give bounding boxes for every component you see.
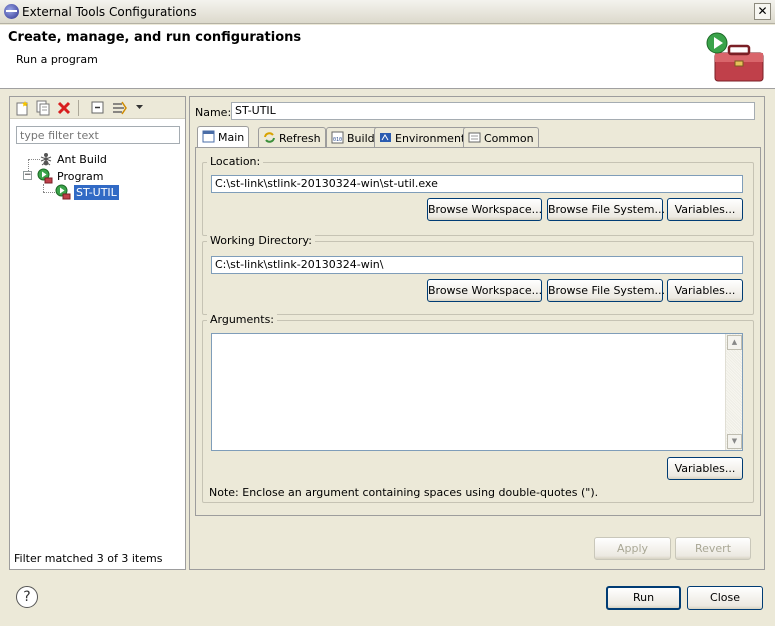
location-label: Location: — [207, 155, 264, 168]
header-subtitle: Run a program — [16, 53, 98, 66]
main-tab-icon — [202, 130, 215, 143]
toolbar-separator — [78, 100, 79, 116]
arguments-scrollbar[interactable]: ▲ ▼ — [725, 334, 742, 450]
environment-icon — [380, 133, 391, 142]
run-button[interactable]: Run — [606, 586, 681, 610]
name-label: Name: — [195, 106, 232, 119]
tab-refresh[interactable]: Refresh — [258, 127, 326, 148]
chevron-down-icon[interactable] — [136, 105, 143, 110]
location-variables-button[interactable]: Variables... — [667, 198, 743, 221]
arguments-textarea[interactable]: ▲ ▼ — [211, 333, 743, 451]
program-run-icon — [37, 168, 53, 184]
working-dir-variables-button[interactable]: Variables... — [667, 279, 743, 302]
refresh-icon — [264, 132, 275, 143]
working-directory-label: Working Directory: — [207, 234, 315, 247]
tree-item-st-util[interactable]: ST-UTIL — [74, 185, 119, 200]
tab-common-label: Common — [484, 132, 534, 145]
arguments-note: Note: Enclose an argument containing spa… — [209, 486, 599, 499]
working-directory-group: Working Directory: C:\st-link\stlink-201… — [202, 234, 754, 315]
tree-connector — [43, 184, 44, 192]
toolbox-run-icon — [706, 32, 764, 82]
help-icon[interactable]: ? — [16, 586, 38, 608]
revert-button[interactable]: Revert — [675, 537, 751, 560]
working-dir-browse-file-system-button[interactable]: Browse File System... — [547, 279, 665, 302]
tab-environment[interactable]: Environment — [374, 127, 471, 148]
window-close-button[interactable]: ✕ — [754, 3, 771, 20]
tab-common[interactable]: Common — [463, 127, 539, 148]
filter-status: Filter matched 3 of 3 items — [14, 552, 163, 565]
working-directory-field[interactable]: C:\st-link\stlink-20130324-win\ — [211, 256, 743, 274]
working-dir-browse-workspace-button[interactable]: Browse Workspace... — [427, 279, 542, 302]
ant-icon — [40, 153, 52, 166]
arguments-label: Arguments: — [207, 313, 278, 326]
scroll-up-arrow-icon[interactable]: ▲ — [727, 335, 742, 350]
tree-collapse-toggle[interactable]: − — [23, 171, 32, 180]
common-icon — [468, 132, 481, 143]
filter-input[interactable] — [16, 126, 180, 144]
tab-environment-label: Environment — [395, 132, 466, 145]
tree-connector — [43, 192, 55, 193]
scroll-down-arrow-icon[interactable]: ▼ — [727, 434, 742, 449]
main-tab-content: Location: C:\st-link\stlink-20130324-win… — [195, 147, 761, 516]
svg-text:010: 010 — [333, 137, 342, 143]
arguments-group: Arguments: ▲ ▼ Variables... Note: Enclos… — [202, 313, 754, 503]
eclipse-icon — [4, 4, 19, 19]
title-bar: External Tools Configurations ✕ — [0, 0, 775, 24]
tab-refresh-label: Refresh — [279, 132, 321, 145]
build-icon: 010 — [331, 131, 344, 144]
tab-build[interactable]: 010 Build — [326, 127, 380, 148]
name-field[interactable]: ST-UTIL — [231, 102, 755, 120]
apply-button[interactable]: Apply — [594, 537, 671, 560]
filter-icon[interactable] — [112, 100, 128, 116]
arguments-variables-button[interactable]: Variables... — [667, 457, 743, 480]
tab-main-label: Main — [218, 131, 245, 144]
new-config-icon[interactable] — [14, 100, 30, 116]
config-toolbar — [10, 97, 185, 119]
header-title: Create, manage, and run configurations — [8, 30, 302, 45]
collapse-all-icon[interactable] — [90, 100, 106, 116]
tree-item-program[interactable]: Program — [57, 170, 103, 183]
tab-main[interactable]: Main — [197, 126, 250, 148]
location-group: Location: C:\st-link\stlink-20130324-win… — [202, 155, 754, 236]
tab-build-label: Build — [347, 132, 375, 145]
configuration-editor: Name: ST-UTIL Main Refresh 010 Build Envi… — [189, 96, 765, 570]
configurations-panel: Ant Build − Program ST-UTIL Filter match… — [9, 96, 186, 570]
delete-icon[interactable] — [56, 100, 72, 116]
location-browse-file-system-button[interactable]: Browse File System... — [547, 198, 665, 221]
dialog-header: Create, manage, and run configurations R… — [0, 25, 775, 89]
duplicate-icon[interactable] — [35, 100, 51, 116]
close-button[interactable]: Close — [687, 586, 763, 610]
location-browse-workspace-button[interactable]: Browse Workspace... — [427, 198, 542, 221]
window-title: External Tools Configurations — [22, 5, 197, 19]
tree-item-ant-build[interactable]: Ant Build — [57, 153, 107, 166]
location-field[interactable]: C:\st-link\stlink-20130324-win\st-util.e… — [211, 175, 743, 193]
program-run-icon — [55, 184, 71, 200]
